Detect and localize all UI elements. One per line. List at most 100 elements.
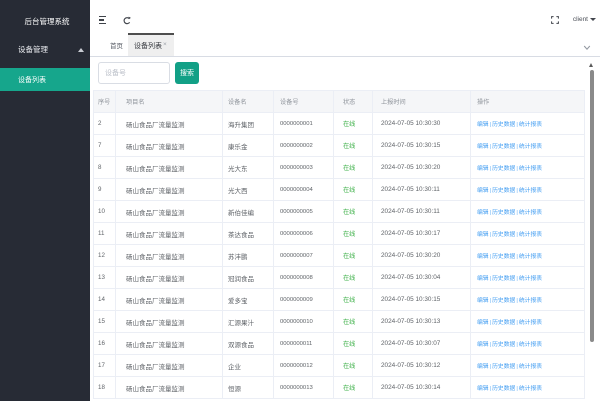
op-link-history[interactable]: 历史数据 — [492, 276, 515, 282]
op-link-history[interactable]: 历史数据 — [492, 232, 515, 238]
status-badge: 在线 — [343, 121, 355, 128]
sidebar-item-device-list[interactable]: 设备列表 — [0, 68, 90, 91]
cell-project: 砀山食品厂流量监测 — [116, 311, 223, 333]
op-separator: | — [490, 166, 492, 172]
cell-project: 砀山食品厂流量监测 — [116, 289, 223, 311]
cell-project: 砀山食品厂流量监测 — [116, 333, 223, 355]
cell-time: 2024-07-05 10:30:04 — [373, 267, 471, 289]
op-link-history[interactable]: 历史数据 — [492, 166, 515, 172]
op-separator: | — [516, 210, 518, 216]
topbar: client — [90, 0, 600, 33]
op-link-history[interactable]: 历史数据 — [492, 254, 515, 260]
op-link-edit[interactable]: 编辑 — [477, 144, 489, 150]
cell-seq: 10 — [94, 201, 116, 223]
op-link-report[interactable]: 统计报表 — [519, 320, 542, 326]
cell-seq: 12 — [94, 245, 116, 267]
op-link-report[interactable]: 统计报表 — [519, 364, 542, 370]
table-row: 8砀山食品厂流量监测光大东0000000003在线2024-07-05 10:3… — [94, 157, 585, 179]
op-link-report[interactable]: 统计报表 — [519, 254, 542, 260]
scrollbar-up-arrow[interactable] — [589, 63, 593, 67]
op-link-report[interactable]: 统计报表 — [519, 210, 542, 216]
cell-time: 2024-07-05 10:30:15 — [373, 289, 471, 311]
refresh-icon[interactable] — [123, 16, 131, 25]
cell-project: 砀山食品厂流量监测 — [116, 223, 223, 245]
op-link-history[interactable]: 历史数据 — [492, 320, 515, 326]
op-link-report[interactable]: 统计报表 — [519, 276, 542, 282]
cell-operations: 编辑|历史数据|统计报表 — [471, 157, 585, 179]
op-link-history[interactable]: 历史数据 — [492, 342, 515, 348]
op-link-history[interactable]: 历史数据 — [492, 210, 515, 216]
cell-device: 海升集团 — [223, 113, 274, 135]
op-link-history[interactable]: 历史数据 — [492, 364, 515, 370]
op-link-edit[interactable]: 编辑 — [477, 320, 489, 326]
cell-time: 2024-07-05 10:30:20 — [373, 157, 471, 179]
cell-device: 爱多宝 — [223, 289, 274, 311]
scrollbar-thumb[interactable] — [590, 70, 594, 342]
cell-operations: 编辑|历史数据|统计报表 — [471, 355, 585, 377]
op-link-report[interactable]: 统计报表 — [519, 342, 542, 348]
cell-status: 在线 — [334, 355, 373, 377]
op-link-edit[interactable]: 编辑 — [477, 276, 489, 282]
cell-status: 在线 — [334, 201, 373, 223]
sidebar-item-device-management[interactable]: 设备管理 — [0, 36, 90, 64]
cell-seq: 14 — [94, 289, 116, 311]
op-link-edit[interactable]: 编辑 — [477, 188, 489, 194]
cell-status: 在线 — [334, 245, 373, 267]
user-name: client — [573, 16, 588, 23]
status-badge: 在线 — [343, 165, 355, 172]
op-link-report[interactable]: 统计报表 — [519, 232, 542, 238]
op-separator: | — [516, 188, 518, 194]
search-button[interactable]: 搜索 — [175, 62, 199, 84]
cell-project: 砀山食品厂流量监测 — [116, 157, 223, 179]
op-link-edit[interactable]: 编辑 — [477, 210, 489, 216]
table-row: 7砀山食品厂流量监测康乐金0000000002在线2024-07-05 10:3… — [94, 135, 585, 157]
cell-project: 砀山食品厂流量监测 — [116, 135, 223, 157]
op-separator: | — [516, 386, 518, 392]
op-link-edit[interactable]: 编辑 — [477, 254, 489, 260]
cell-project: 砀山食品厂流量监测 — [116, 201, 223, 223]
user-dropdown[interactable]: client — [573, 16, 596, 25]
op-link-history[interactable]: 历史数据 — [492, 298, 515, 304]
op-link-report[interactable]: 统计报表 — [519, 386, 542, 392]
close-icon[interactable]: × — [163, 41, 170, 48]
search-input[interactable] — [98, 62, 170, 84]
op-separator: | — [490, 188, 492, 194]
table-row: 10砀山食品厂流量监测新伯佳编0000000005在线2024-07-05 10… — [94, 201, 585, 223]
cell-status: 在线 — [334, 333, 373, 355]
op-link-history[interactable]: 历史数据 — [492, 188, 515, 194]
cell-project: 砀山食品厂流量监测 — [116, 355, 223, 377]
table-row: 2砀山食品厂流量监测海升集团0000000001在线2024-07-05 10:… — [94, 113, 585, 135]
op-link-edit[interactable]: 编辑 — [477, 364, 489, 370]
cell-device-no: 0000000006 — [274, 223, 334, 245]
sidebar-item-label: 设备管理 — [18, 44, 48, 55]
cell-device: 恒源 — [223, 377, 274, 399]
cell-operations: 编辑|历史数据|统计报表 — [471, 289, 585, 311]
op-link-edit[interactable]: 编辑 — [477, 166, 489, 172]
column-header: 操作 — [471, 91, 585, 113]
op-link-edit[interactable]: 编辑 — [477, 386, 489, 392]
tab-device-list[interactable]: 设备列表 × — [128, 33, 174, 56]
cell-time: 2024-07-05 10:30:11 — [373, 179, 471, 201]
cell-device-no: 0000000001 — [274, 113, 334, 135]
op-link-report[interactable]: 统计报表 — [519, 144, 542, 150]
op-link-history[interactable]: 历史数据 — [492, 122, 515, 128]
table-row: 16砀山食品厂流量监测双源食品0000000011在线2024-07-05 10… — [94, 333, 585, 355]
op-link-report[interactable]: 统计报表 — [519, 188, 542, 194]
cell-status: 在线 — [334, 311, 373, 333]
status-badge: 在线 — [343, 385, 355, 392]
hamburger-icon[interactable] — [99, 16, 107, 24]
op-separator: | — [516, 364, 518, 370]
status-badge: 在线 — [343, 187, 355, 194]
op-link-report[interactable]: 统计报表 — [519, 166, 542, 172]
chevron-down-icon[interactable] — [583, 45, 591, 51]
op-link-report[interactable]: 统计报表 — [519, 122, 542, 128]
op-link-edit[interactable]: 编辑 — [477, 298, 489, 304]
op-link-history[interactable]: 历史数据 — [492, 386, 515, 392]
op-link-edit[interactable]: 编辑 — [477, 232, 489, 238]
op-link-edit[interactable]: 编辑 — [477, 342, 489, 348]
op-link-report[interactable]: 统计报表 — [519, 298, 542, 304]
op-link-edit[interactable]: 编辑 — [477, 122, 489, 128]
tab-home[interactable]: 首页 — [110, 33, 123, 56]
op-link-history[interactable]: 历史数据 — [492, 144, 515, 150]
fullscreen-icon[interactable] — [551, 16, 559, 24]
